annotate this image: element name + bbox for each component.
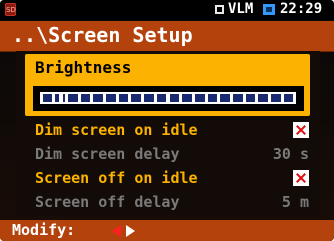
brightness-segment xyxy=(80,94,91,102)
brightness-slider[interactable] xyxy=(33,86,304,111)
brightness-segment xyxy=(220,94,230,102)
brightness-level-marker[interactable] xyxy=(58,93,63,103)
brightness-segment xyxy=(194,94,205,102)
brightness-segment xyxy=(233,94,243,102)
setting-value: 30 s xyxy=(272,145,309,163)
brightness-slider-track[interactable] xyxy=(40,92,296,104)
brightness-segment xyxy=(258,94,269,102)
arrow-left-icon xyxy=(112,225,121,237)
setting-label: Screen off delay xyxy=(35,193,180,211)
brightness-segment xyxy=(271,94,281,102)
setting-label: Screen off on idle xyxy=(35,169,198,187)
brightness-segment xyxy=(245,94,256,102)
brightness-segment xyxy=(118,94,129,102)
setting-label: Dim screen on idle xyxy=(35,121,198,139)
arrow-right-icon xyxy=(126,225,135,237)
setting-row-dim-screen-on-idle[interactable]: Dim screen on idle xyxy=(35,118,315,142)
setting-label: Dim screen delay xyxy=(35,145,180,163)
battery-icon xyxy=(263,4,275,15)
clock-time: 22:29 xyxy=(280,1,323,17)
brightness-segment xyxy=(156,94,167,102)
brightness-segment xyxy=(93,94,103,102)
setting-row-screen-off-delay[interactable]: Screen off delay 5 m xyxy=(35,190,315,214)
mode-square-icon xyxy=(215,5,224,14)
setting-row-screen-off-on-idle[interactable]: Screen off on idle xyxy=(35,166,315,190)
sd-card-icon: SD xyxy=(5,3,16,16)
brightness-segment xyxy=(144,94,154,102)
brightness-segment xyxy=(182,94,192,102)
brightness-segment xyxy=(131,94,142,102)
setting-value: 5 m xyxy=(281,193,309,211)
dim-screen-on-idle-checkbox[interactable] xyxy=(293,122,309,138)
hint-text: Modify: xyxy=(12,221,76,239)
brightness-segment xyxy=(283,94,294,102)
hint-bar: Modify: xyxy=(0,220,334,241)
page-title: ..\Screen Setup xyxy=(12,23,193,47)
brightness-segment xyxy=(67,94,78,102)
brightness-segment xyxy=(169,94,180,102)
device-screen: SD VLM 22:29 ..\Screen Setup Brightness … xyxy=(0,0,334,241)
brightness-segment xyxy=(106,94,116,102)
measurement-mode: VLM xyxy=(228,1,254,17)
setting-row-dim-screen-delay[interactable]: Dim screen delay 30 s xyxy=(35,142,315,166)
menu-path-bar: ..\Screen Setup xyxy=(0,21,334,52)
status-bar: SD VLM 22:29 xyxy=(0,0,334,20)
brightness-segment xyxy=(207,94,218,102)
brightness-label: Brightness xyxy=(35,58,132,77)
screen-off-on-idle-checkbox[interactable] xyxy=(293,170,309,186)
brightness-segment xyxy=(42,94,53,102)
